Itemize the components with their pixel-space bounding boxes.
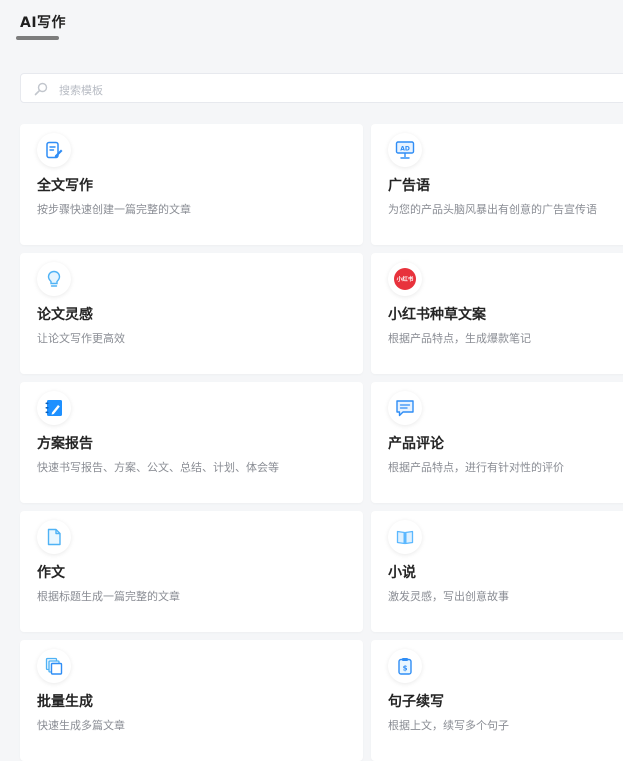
card-title: 方案报告 — [37, 436, 93, 452]
ad-billboard-icon: AD — [388, 133, 422, 167]
card-title: 广告语 — [388, 178, 430, 194]
template-card-full-article[interactable]: 全文写作 按步骤快速创建一篇完整的文章 — [20, 124, 363, 245]
page-title: AI写作 — [20, 15, 67, 31]
notebook-pen-icon — [37, 391, 71, 425]
template-card-novel[interactable]: 小说 激发灵感，写出创意故事 — [371, 511, 623, 632]
page-header: AI写作 — [0, 0, 623, 50]
comment-bubble-icon — [388, 391, 422, 425]
open-book-icon — [388, 520, 422, 554]
template-card-sentence-continuation[interactable]: $ 句子续写 根据上文，续写多个句子 — [371, 640, 623, 761]
card-title: 小说 — [388, 565, 416, 581]
card-title: 全文写作 — [37, 178, 93, 194]
card-description: 快速书写报告、方案、公文、总结、计划、体会等 — [37, 461, 279, 474]
card-description: 让论文写作更高效 — [37, 332, 125, 345]
search-bar[interactable] — [20, 73, 623, 103]
template-grid: 全文写作 按步骤快速创建一篇完整的文章 AD 广告语 为您的产品头脑风暴出有创意… — [20, 124, 623, 761]
template-card-batch-generate[interactable]: 批量生成 快速生成多篇文章 — [20, 640, 363, 761]
template-card-plan-report[interactable]: 方案报告 快速书写报告、方案、公文、总结、计划、体会等 — [20, 382, 363, 503]
card-title: 作文 — [37, 565, 65, 581]
template-card-product-review[interactable]: 产品评论 根据产品特点，进行有针对性的评价 — [371, 382, 623, 503]
template-card-slogan[interactable]: AD 广告语 为您的产品头脑风暴出有创意的广告宣传语 — [371, 124, 623, 245]
xiaohongshu-logo-icon: 小红书 — [388, 262, 422, 296]
card-description: 根据上文，续写多个句子 — [388, 719, 509, 732]
svg-text:AD: AD — [400, 146, 410, 153]
card-title: 批量生成 — [37, 694, 93, 710]
template-card-thesis-inspiration[interactable]: 论文灵感 让论文写作更高效 — [20, 253, 363, 374]
card-description: 根据标题生成一篇完整的文章 — [37, 590, 180, 603]
card-title: 论文灵感 — [37, 307, 93, 323]
document-icon — [37, 520, 71, 554]
template-card-xiaohongshu[interactable]: 小红书 小红书种草文案 根据产品特点，生成爆款笔记 — [371, 253, 623, 374]
search-icon — [33, 81, 49, 97]
template-card-composition[interactable]: 作文 根据标题生成一篇完整的文章 — [20, 511, 363, 632]
stacked-pages-icon — [37, 649, 71, 683]
card-description: 按步骤快速创建一篇完整的文章 — [37, 203, 191, 216]
card-description: 快速生成多篇文章 — [37, 719, 125, 732]
search-input[interactable] — [57, 79, 561, 101]
active-tab-underline — [16, 36, 59, 40]
clipboard-s-icon: $ — [388, 649, 422, 683]
svg-text:$: $ — [403, 665, 408, 673]
card-description: 为您的产品头脑风暴出有创意的广告宣传语 — [388, 203, 597, 216]
lightbulb-icon — [37, 262, 71, 296]
card-title: 产品评论 — [388, 436, 444, 452]
card-title: 句子续写 — [388, 694, 444, 710]
card-description: 激发灵感，写出创意故事 — [388, 590, 509, 603]
card-title: 小红书种草文案 — [388, 307, 486, 323]
xiaohongshu-logo-text: 小红书 — [397, 275, 414, 283]
edit-document-icon — [37, 133, 71, 167]
card-description: 根据产品特点，生成爆款笔记 — [388, 332, 531, 345]
card-description: 根据产品特点，进行有针对性的评价 — [388, 461, 564, 474]
